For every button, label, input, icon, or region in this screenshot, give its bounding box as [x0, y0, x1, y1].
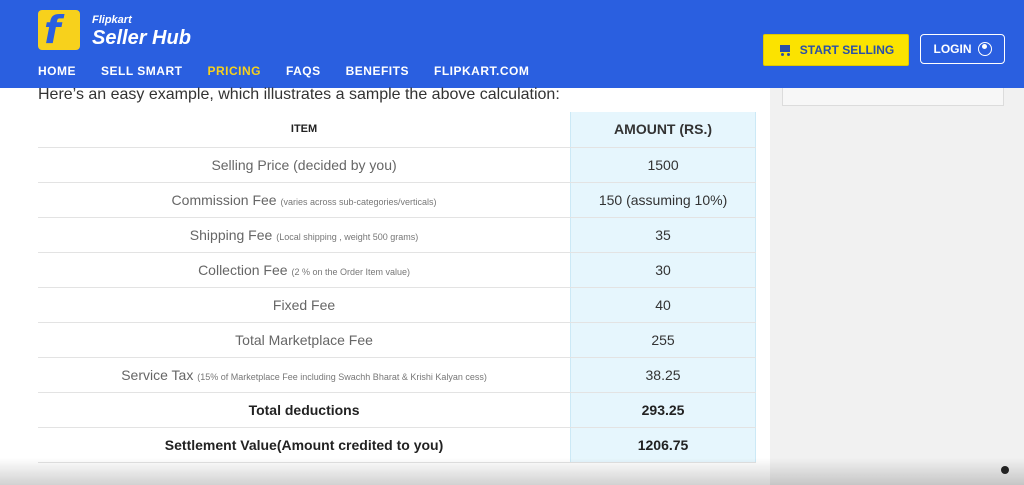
nav-faqs[interactable]: FAQS — [286, 64, 321, 78]
table-row: Selling Price (decided by you) 1500 — [38, 147, 756, 183]
brand-title[interactable]: Seller Hub — [92, 27, 191, 50]
row-item: Total deductions — [38, 392, 571, 428]
cart-icon — [778, 44, 792, 56]
row-amount: 150 (assuming 10%) — [570, 182, 756, 218]
table-row: Fixed Fee 40 — [38, 287, 756, 323]
item-label: Fixed Fee — [272, 296, 336, 313]
row-item: Shipping Fee (Local shipping , weight 50… — [38, 217, 571, 253]
row-amount: 255 — [570, 322, 756, 358]
item-label: Selling Price (decided by you) — [211, 156, 397, 173]
user-icon — [977, 42, 992, 56]
item-column-header: ITEM — [38, 112, 571, 148]
nav-flipkart-com[interactable]: FLIPKART.COM — [434, 64, 529, 78]
row-item: Total Marketplace Fee — [38, 322, 571, 358]
row-item: Fixed Fee — [38, 287, 571, 323]
table-row: Collection Fee (2 % on the Order Item va… — [38, 252, 756, 288]
main-content: Here’s an easy example, which illustrate… — [0, 86, 770, 485]
nav-sell-smart[interactable]: SELL SMART — [101, 64, 182, 78]
item-note: (2 % on the Order Item value) — [291, 266, 411, 277]
start-selling-button[interactable]: START SELLING — [763, 34, 909, 66]
item-label: Service Tax — [121, 366, 194, 383]
item-label: Total Marketplace Fee — [235, 331, 373, 348]
row-item: Service Tax (15% of Marketplace Fee incl… — [38, 357, 571, 393]
nav-benefits[interactable]: BENEFITS — [346, 64, 409, 78]
table-row: Shipping Fee (Local shipping , weight 50… — [38, 217, 756, 253]
amount-column-header: AMOUNT (RS.) — [570, 112, 756, 148]
start-selling-label: START SELLING — [799, 43, 895, 57]
row-item: Selling Price (decided by you) — [38, 147, 571, 183]
item-note: (varies across sub-categories/verticals) — [280, 196, 437, 207]
item-label: Total deductions — [248, 401, 360, 418]
nav-home[interactable]: HOME — [38, 64, 76, 78]
settlement-value-row: Settlement Value(Amount credited to you)… — [38, 427, 756, 463]
sidebar-card — [782, 88, 1004, 106]
table-row: Total Marketplace Fee 255 — [38, 322, 756, 358]
main-nav: HOME SELL SMART PRICING FAQS BENEFITS FL… — [38, 64, 529, 78]
pricing-table: ITEM AMOUNT (RS.) Selling Price (decided… — [38, 112, 756, 463]
row-amount: 1206.75 — [570, 427, 756, 463]
item-label: Commission Fee — [171, 191, 277, 208]
item-note: (15% of Marketplace Fee including Swachh… — [197, 371, 487, 382]
brand-small-text[interactable]: Flipkart — [92, 14, 132, 26]
bottom-shadow — [0, 458, 1024, 485]
login-label: LOGIN — [933, 42, 972, 56]
intro-text: Here’s an easy example, which illustrate… — [38, 86, 560, 103]
table-header-row: ITEM AMOUNT (RS.) — [38, 112, 756, 148]
table-row: Service Tax (15% of Marketplace Fee incl… — [38, 357, 756, 393]
login-button[interactable]: LOGIN — [920, 34, 1005, 64]
row-amount: 38.25 — [570, 357, 756, 393]
row-amount: 40 — [570, 287, 756, 323]
item-label: Settlement Value(Amount credited to you) — [164, 436, 444, 453]
row-item: Collection Fee (2 % on the Order Item va… — [38, 252, 571, 288]
row-item: Settlement Value(Amount credited to you) — [38, 427, 571, 463]
flipkart-logo-icon[interactable]: f — [38, 8, 80, 52]
table-row: Commission Fee (varies across sub-catego… — [38, 182, 756, 218]
site-header: f Flipkart Seller Hub HOME SELL SMART PR… — [0, 0, 1024, 88]
item-label: Collection Fee — [198, 261, 288, 278]
right-sidebar — [770, 88, 1024, 485]
row-amount: 293.25 — [570, 392, 756, 428]
total-deductions-row: Total deductions 293.25 — [38, 392, 756, 428]
channel-watermark-icon — [993, 466, 1017, 482]
row-amount: 1500 — [570, 147, 756, 183]
item-note: (Local shipping , weight 500 grams) — [276, 231, 419, 242]
nav-pricing[interactable]: PRICING — [207, 64, 261, 78]
row-amount: 30 — [570, 252, 756, 288]
row-item: Commission Fee (varies across sub-catego… — [38, 182, 571, 218]
row-amount: 35 — [570, 217, 756, 253]
item-label: Shipping Fee — [189, 226, 273, 243]
